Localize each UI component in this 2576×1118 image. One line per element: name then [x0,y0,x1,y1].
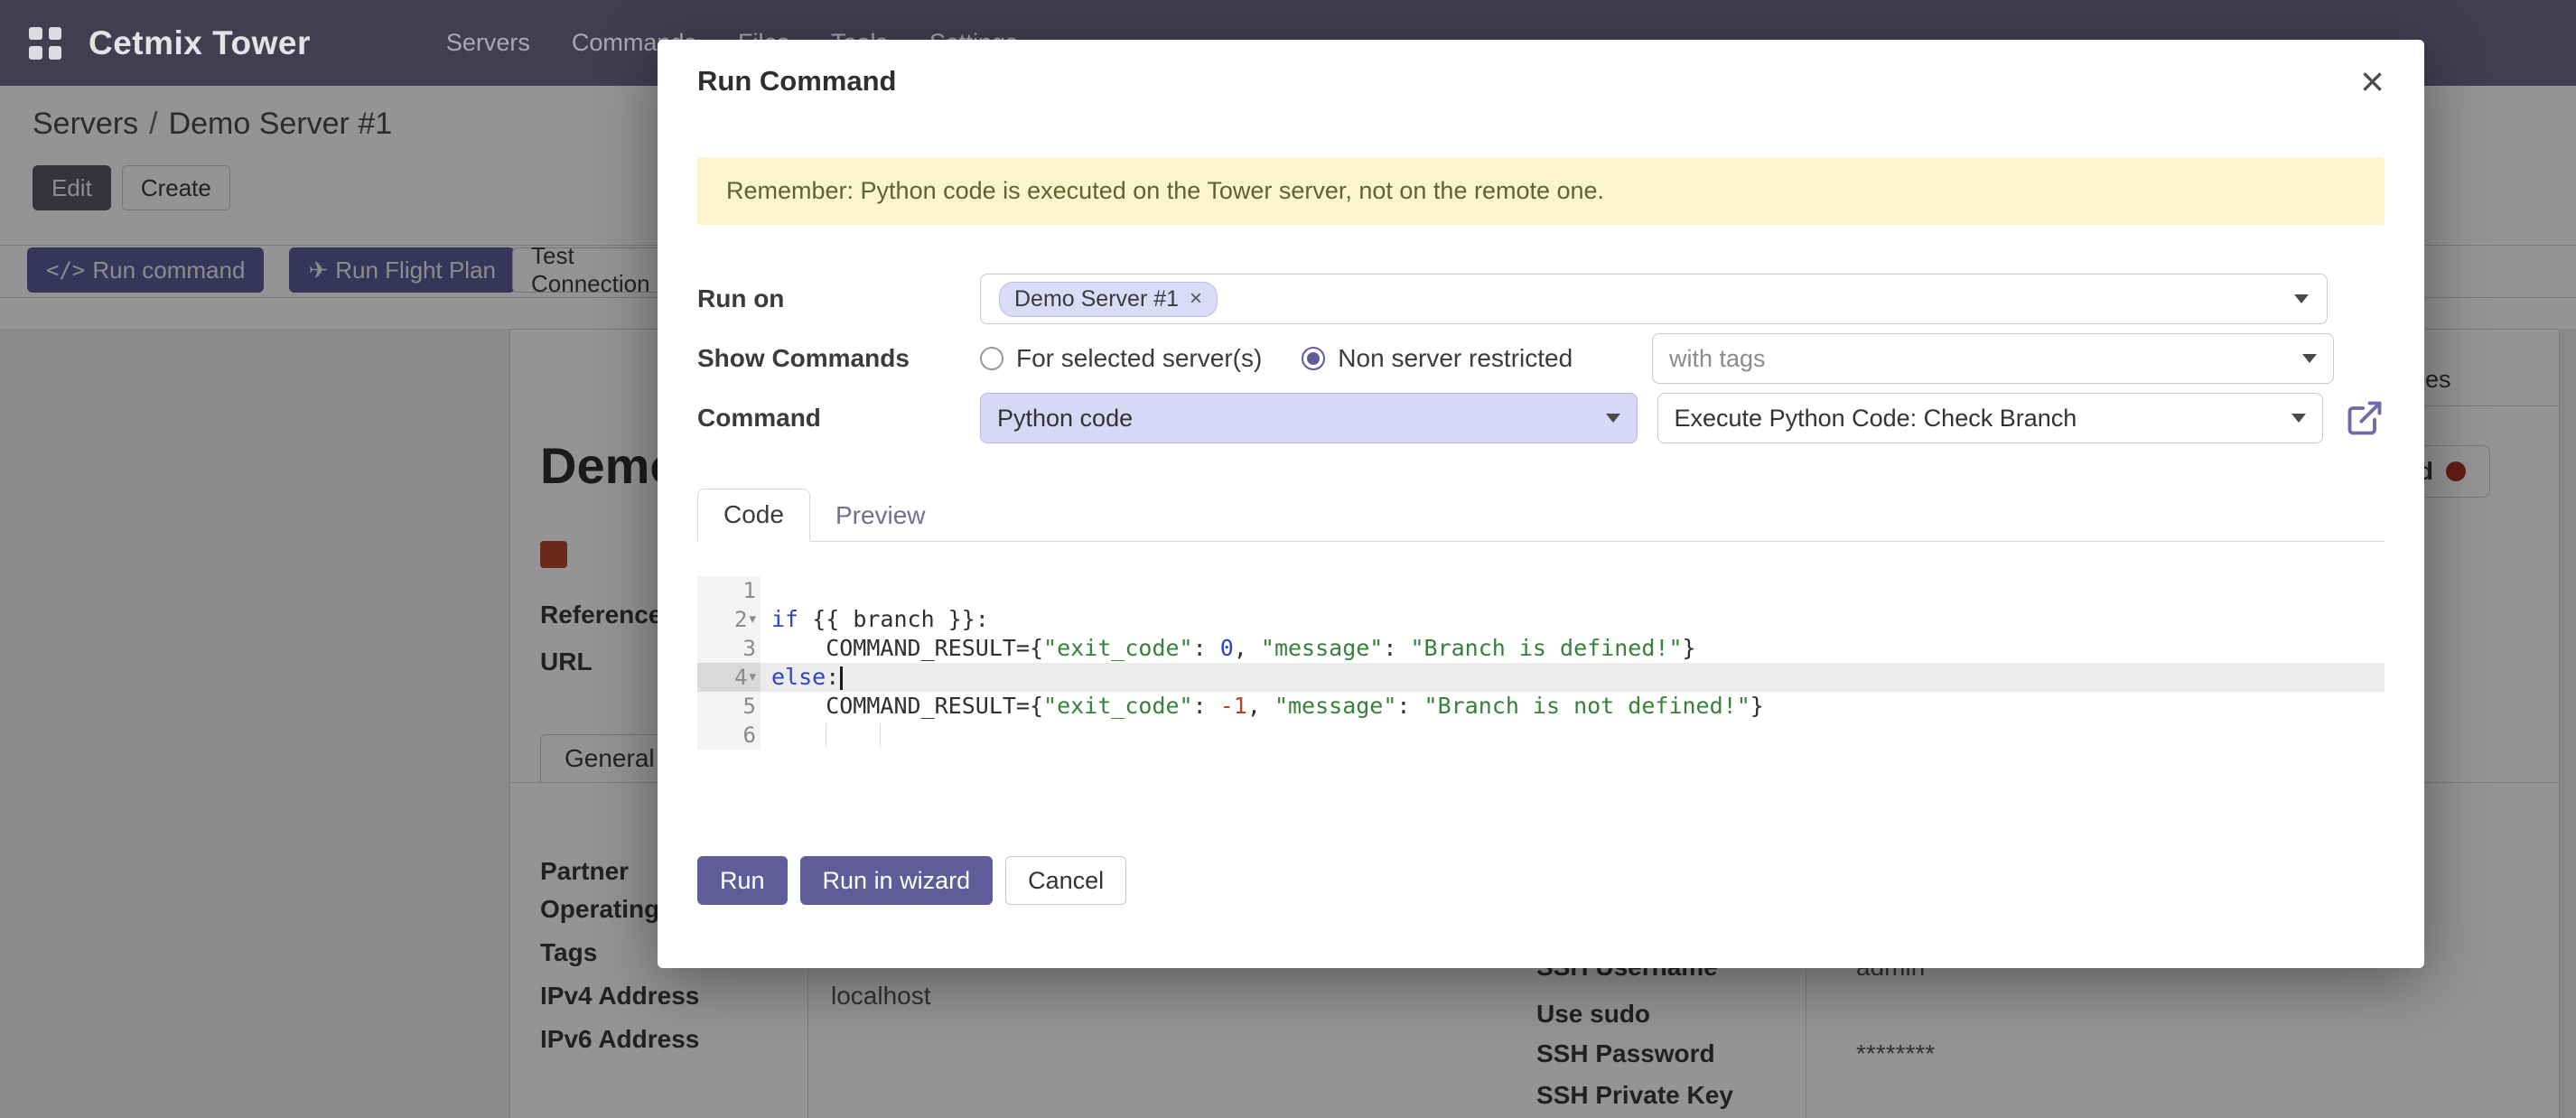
cancel-button[interactable]: Cancel [1005,856,1126,905]
code-editor[interactable]: 12▾if {{ branch }}:3 COMMAND_RESULT={"ex… [697,576,2385,750]
run-command-modal: Run Command × Remember: Python code is e… [658,40,2424,968]
menu-item-servers[interactable]: Servers [446,29,530,57]
code-line-content: COMMAND_RESULT={"exit_code": 0, "message… [761,634,1696,663]
chevron-down-icon [2302,354,2317,363]
radio-label-for-selected[interactable]: For selected server(s) [1016,344,1262,373]
gutter-cell: 6 [697,721,761,750]
code-line: 2▾if {{ branch }}: [697,605,2385,634]
fold-arrow-icon[interactable]: ▾ [749,663,756,692]
run-on-field[interactable]: Demo Server #1 × [980,274,2328,324]
python-warning-alert: Remember: Python code is executed on the… [697,157,2385,225]
code-line: 6 [697,721,2385,750]
chevron-down-icon [1606,414,1620,423]
remove-tag-icon[interactable]: × [1190,288,1202,310]
radio-non-server-restricted[interactable] [1302,347,1325,370]
run-button[interactable]: Run [697,856,788,905]
server-tag-chip[interactable]: Demo Server #1 × [999,282,1218,317]
gutter-cell: 2▾ [697,605,761,634]
run-on-label: Run on [697,284,980,313]
command-select[interactable]: Execute Python Code: Check Branch [1657,393,2323,443]
brand-title: Cetmix Tower [89,24,311,62]
code-line: 4▾else: [697,663,2385,692]
show-commands-label: Show Commands [697,344,980,373]
code-line: 3 COMMAND_RESULT={"exit_code": 0, "messa… [697,634,2385,663]
fold-arrow-icon[interactable]: ▾ [749,605,756,634]
apps-grid-icon[interactable] [29,27,61,60]
radio-for-selected-servers[interactable] [980,347,1003,370]
chevron-down-icon [2291,414,2306,423]
modal-tabs: Code Preview [697,489,2385,542]
command-label: Command [697,404,980,433]
gutter-cell: 5 [697,692,761,721]
gutter-cell: 3 [697,634,761,663]
radio-label-non-restricted[interactable]: Non server restricted [1338,344,1573,373]
gutter-cell: 4▾ [697,663,761,692]
text-cursor [840,666,843,690]
code-line-content: COMMAND_RESULT={"exit_code": -1, "messag… [761,692,1764,721]
tab-preview[interactable]: Preview [810,490,951,541]
modal-title: Run Command [697,65,896,98]
code-line: 5 COMMAND_RESULT={"exit_code": -1, "mess… [697,692,2385,721]
tab-code[interactable]: Code [697,489,810,542]
code-line-content: if {{ branch }}: [761,605,989,634]
code-line-content [761,721,771,750]
external-link-icon[interactable] [2345,398,2385,438]
code-line-content: else: [761,663,843,692]
with-tags-select[interactable]: with tags [1652,333,2334,384]
chevron-down-icon [2294,294,2309,303]
command-type-select[interactable]: Python code [980,393,1638,443]
close-icon[interactable]: × [2360,65,2385,98]
code-line-content [761,576,771,605]
code-line: 1 [697,576,2385,605]
run-in-wizard-button[interactable]: Run in wizard [800,856,994,905]
gutter-cell: 1 [697,576,761,605]
